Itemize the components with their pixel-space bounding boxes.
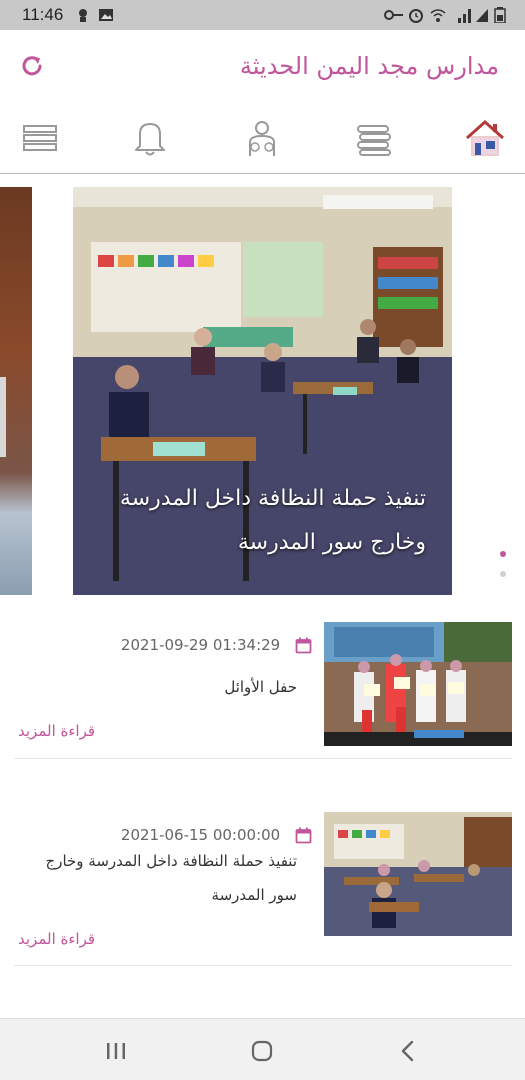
calendar-icon <box>295 827 312 844</box>
read-more-link[interactable]: قراءة المزيد <box>18 722 95 740</box>
ceremony-photo <box>324 622 512 746</box>
news-date: 2021-09-29 01:34:29 <box>121 636 312 656</box>
carousel-slide[interactable]: تنفيذ حملة النظافة داخل المدرسة وخارج سو… <box>73 187 452 595</box>
news-date-text: 2021-06-15 00:00:00 <box>120 826 281 844</box>
status-time: 11:46 <box>22 5 64 24</box>
teacher-icon[interactable] <box>240 116 284 160</box>
books-icon[interactable] <box>352 116 396 160</box>
classroom-thumbnail-photo <box>324 812 512 936</box>
app-header: مدارس مجد اليمن الحديثة <box>0 30 525 102</box>
status-bar: 11:46 <box>0 0 525 30</box>
news-item[interactable]: 2021-09-29 01:34:29 حفل الأوائل قراءة ال… <box>14 622 512 759</box>
news-date-text: 2021-09-29 01:34:29 <box>120 636 281 654</box>
system-nav-bar <box>0 1018 525 1080</box>
vpn-key-icon <box>384 10 403 20</box>
carousel-dot-2[interactable] <box>500 571 506 577</box>
news-item[interactable]: 2021-06-15 00:00:00 تنفيذ حملة النظافة د… <box>14 812 512 966</box>
signal-3g-icon <box>458 9 471 23</box>
news-date: 2021-06-15 00:00:00 <box>121 826 312 846</box>
app-title: مدارس مجد اليمن الحديثة <box>239 52 499 80</box>
home-button-icon[interactable] <box>248 1037 276 1065</box>
carousel-dot-1[interactable] <box>500 551 506 557</box>
recent-apps-icon[interactable] <box>102 1037 130 1065</box>
news-title[interactable]: تنفيذ حملة النظافة داخل المدرسة وخارج سو… <box>27 844 297 912</box>
tab-bar <box>0 102 525 174</box>
carousel-indicators <box>500 551 510 591</box>
home-icon[interactable] <box>463 116 507 160</box>
gallery-icon <box>99 9 113 21</box>
news-thumbnail[interactable] <box>324 812 512 936</box>
battery-icon <box>494 7 506 23</box>
image-carousel[interactable]: تنفيذ حملة النظافة داخل المدرسة وخارج سو… <box>0 187 525 595</box>
alarm-icon <box>409 9 423 23</box>
back-icon[interactable] <box>394 1037 422 1065</box>
previous-slide-image[interactable] <box>0 187 32 595</box>
news-thumbnail[interactable] <box>324 622 512 746</box>
read-more-link[interactable]: قراءة المزيد <box>18 930 95 948</box>
menu-icon[interactable] <box>18 116 62 160</box>
signal-icon <box>476 9 488 22</box>
slide-caption: تنفيذ حملة النظافة داخل المدرسة وخارج سو… <box>119 486 426 555</box>
refresh-icon[interactable] <box>18 52 46 80</box>
bell-icon[interactable] <box>128 116 172 160</box>
news-title[interactable]: حفل الأوائل <box>27 670 297 704</box>
calendar-icon <box>295 637 312 654</box>
notification-app-icon <box>79 9 87 22</box>
wifi-icon <box>430 9 446 22</box>
